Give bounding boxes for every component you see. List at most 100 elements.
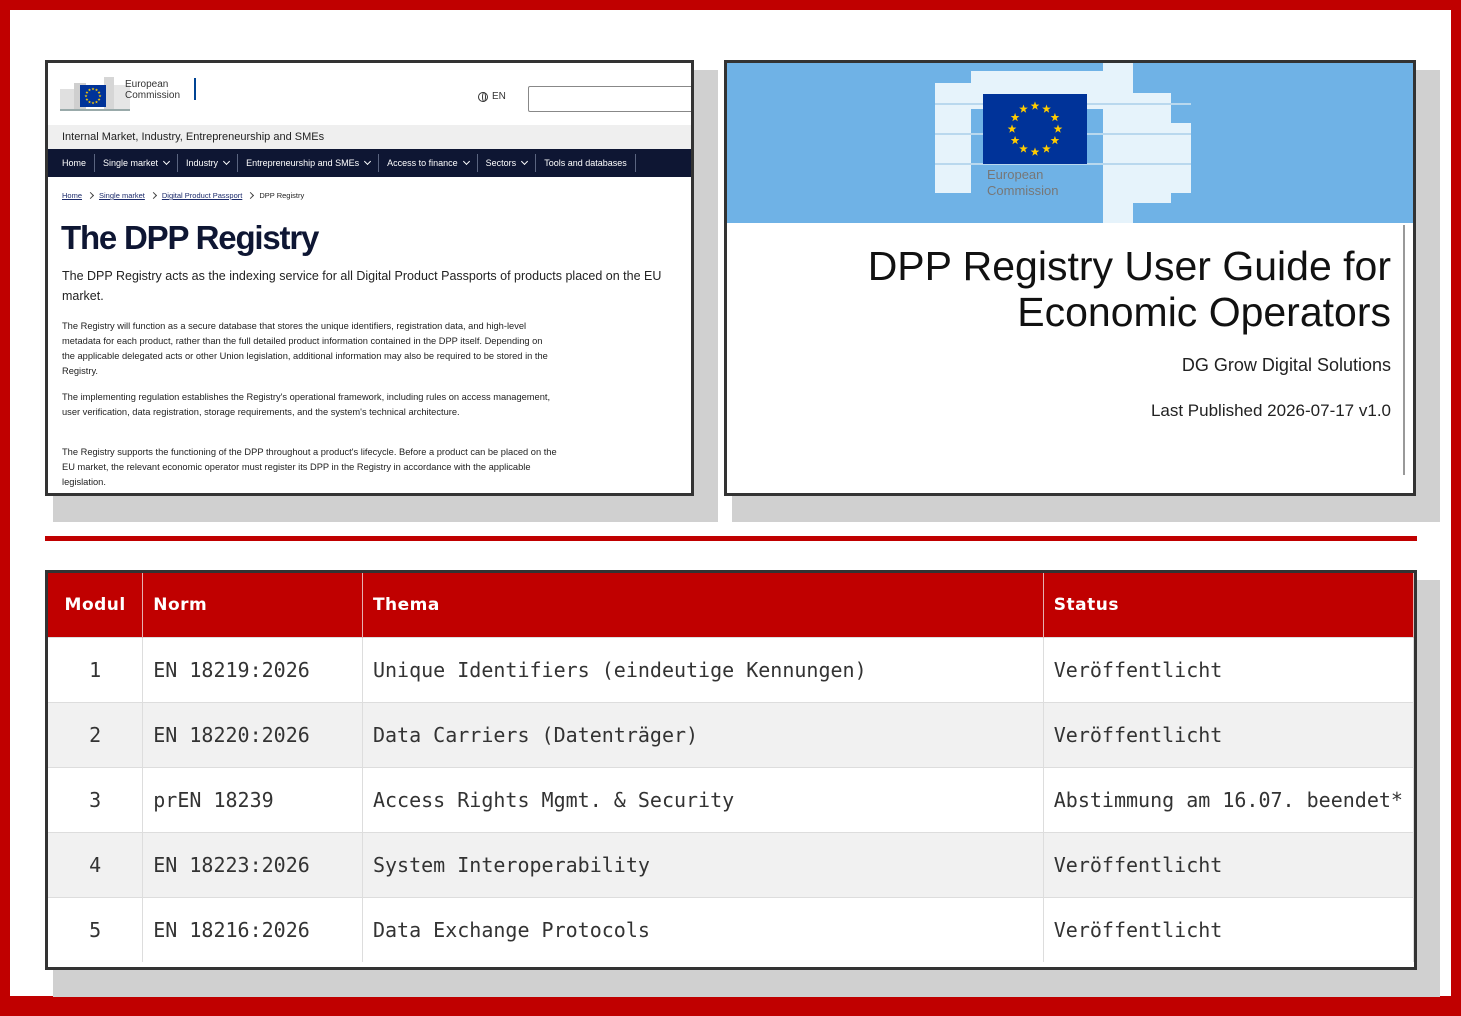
paragraph-2: The implementing regulation establishes … [62, 392, 551, 417]
cell-modul: 4 [48, 831, 144, 897]
cell-modul: 1 [48, 636, 144, 702]
eu-star-icon [1019, 144, 1028, 153]
cover-logo-commission: Commission [987, 183, 1059, 198]
building-graphic [935, 83, 971, 193]
guide-title-line-1: DPP Registry User Guide for [867, 243, 1391, 289]
chevron-down-icon [223, 157, 231, 166]
eu-star-icon [1010, 135, 1020, 145]
cell-modul: 2 [48, 701, 144, 767]
globe-icon [478, 91, 488, 102]
cell-norm: prEN 18239 [142, 766, 363, 832]
eu-star-icon [1030, 147, 1040, 156]
nav-item-label: Home [62, 158, 87, 168]
guide-published: Last Published 2026-07-17 v1.0 [1150, 401, 1391, 420]
table-row: 1 EN 18219:2026 Unique Identifiers (eindeu… [48, 636, 1414, 702]
cell-status: Veröffentlicht [1043, 636, 1414, 702]
cover-logo-underline [987, 205, 1087, 209]
cell-status: Veröffentlicht [1043, 701, 1414, 767]
chevron-down-icon [521, 157, 529, 166]
header-status: Status [1043, 573, 1414, 637]
building-graphic [1133, 93, 1171, 203]
cell-modul: 5 [48, 896, 144, 962]
cell-thema: Unique Identifiers (eindeutige Kennungen… [362, 636, 1044, 702]
building-graphic [1103, 63, 1133, 223]
table-row: 4 EN 18223:2026 System Interoperability Ver… [48, 831, 1414, 897]
eu-star-icon [1042, 144, 1051, 153]
eu-star-icon [1042, 104, 1051, 113]
logo-divider [194, 78, 196, 100]
cell-status: Veröffentlicht [1043, 896, 1414, 962]
paragraph-3: The Registry supports the functioning of… [62, 447, 557, 487]
nav-item-label: Industry [186, 158, 219, 168]
nav-item-industry[interactable]: Industry [178, 154, 239, 172]
cover-logo-european: European [987, 167, 1044, 182]
ec-logo-text: European Commission [125, 79, 180, 101]
breadcrumb-home[interactable]: Home [62, 191, 82, 200]
language-label: EN [492, 91, 506, 102]
chevron-down-icon [462, 157, 470, 166]
cover-header-band [727, 63, 1413, 223]
page-edge [1403, 225, 1405, 475]
logo-text-commission: Commission [125, 90, 181, 101]
header-thema: Thema [362, 573, 1044, 637]
eu-star-icon [1030, 101, 1040, 110]
eu-flag-icon [983, 94, 1087, 164]
standards-table: Modul Norm Thema Status 1 EN 18219:2026 Un… [48, 573, 1414, 962]
cell-status: Abstimmung am 16.07. beendet* [1043, 766, 1414, 832]
nav-item-label: Tools and databases [544, 158, 627, 168]
nav-item-single-market[interactable]: Single market [95, 154, 179, 172]
section-divider [45, 536, 1417, 541]
eu-star-icon [1050, 135, 1060, 145]
guide-title: DPP Registry User Guide for Economic Ope… [868, 243, 1391, 335]
standards-table-frame: Modul Norm Thema Status 1 EN 18219:2026 Un… [45, 570, 1417, 970]
header-modul: Modul [48, 573, 144, 637]
main-nav: Home Single market Industry Entrepreneurshi… [48, 149, 691, 177]
breadcrumb: Home Single market Digital Product Passp… [62, 191, 304, 200]
nav-item-home[interactable]: Home [54, 154, 96, 172]
table-header-row: Modul Norm Thema Status [48, 573, 1414, 637]
cell-modul: 3 [48, 766, 144, 832]
cell-norm: EN 18216:2026 [142, 896, 363, 962]
guide-title-line-2: Economic Operators [1017, 289, 1391, 335]
website-header: European Commission EN [48, 63, 691, 125]
nav-item-label: Sectors [485, 158, 517, 168]
cover-ec-logo-text: European Commission [987, 167, 1059, 199]
cell-norm: EN 18223:2026 [142, 831, 363, 897]
eu-star-icon [1019, 104, 1028, 113]
header-norm: Norm [142, 573, 363, 637]
site-title[interactable]: Internal Market, Industry, Entrepreneurs… [48, 125, 691, 149]
nav-item-entrepreneurship-and-smes[interactable]: Entrepreneurship and SMEs [238, 154, 380, 172]
cell-thema: System Interoperability [362, 831, 1044, 897]
guide-subtitle: DG Grow Digital Solutions [1181, 355, 1391, 375]
language-selector[interactable]: EN [478, 91, 506, 102]
eu-star-icon [1053, 124, 1063, 133]
eu-star-icon [1007, 124, 1017, 133]
page-lead: The DPP Registry acts as the indexing se… [62, 269, 662, 303]
cell-status: Veröffentlicht [1043, 831, 1414, 897]
table-row: 3 prEN 18239 Access Rights Mgmt. & Securit… [48, 766, 1414, 832]
table-row: 5 EN 18216:2026 Data Exchange Protocols Ver… [48, 896, 1414, 962]
breadcrumb-current: DPP Registry [259, 191, 305, 200]
cell-thema: Access Rights Mgmt. & Security [362, 766, 1044, 832]
cell-thema: Data Exchange Protocols [362, 896, 1044, 962]
eu-star-icon [1010, 112, 1020, 122]
user-guide-cover: European Commission DPP Registry User Gu… [724, 60, 1416, 496]
nav-item-label: Single market [103, 158, 159, 168]
nav-item-access-to-finance[interactable]: Access to finance [379, 154, 478, 172]
cell-thema: Data Carriers (Datenträger) [362, 701, 1044, 767]
paragraph-1: The Registry will function as a secure d… [62, 321, 548, 376]
page-title: The DPP Registry [61, 219, 319, 256]
table-row: 2 EN 18220:2026 Data Carriers (Datenträger… [48, 701, 1414, 767]
cell-norm: EN 18220:2026 [142, 701, 363, 767]
breadcrumb-digital-product-passport[interactable]: Digital Product Passport [162, 191, 242, 200]
logo-text-european: European [125, 79, 169, 90]
nav-item-label: Entrepreneurship and SMEs [246, 158, 360, 168]
nav-item-tools-and-databases[interactable]: Tools and databases [536, 154, 636, 172]
chevron-right-icon [86, 191, 95, 200]
chevron-down-icon [364, 157, 372, 166]
chevron-right-icon [247, 191, 255, 200]
nav-item-sectors[interactable]: Sectors [478, 154, 537, 172]
search-input[interactable] [528, 86, 691, 112]
breadcrumb-single-market[interactable]: Single market [99, 191, 145, 200]
website-screenshot: European Commission EN Internal Market, … [45, 60, 694, 496]
